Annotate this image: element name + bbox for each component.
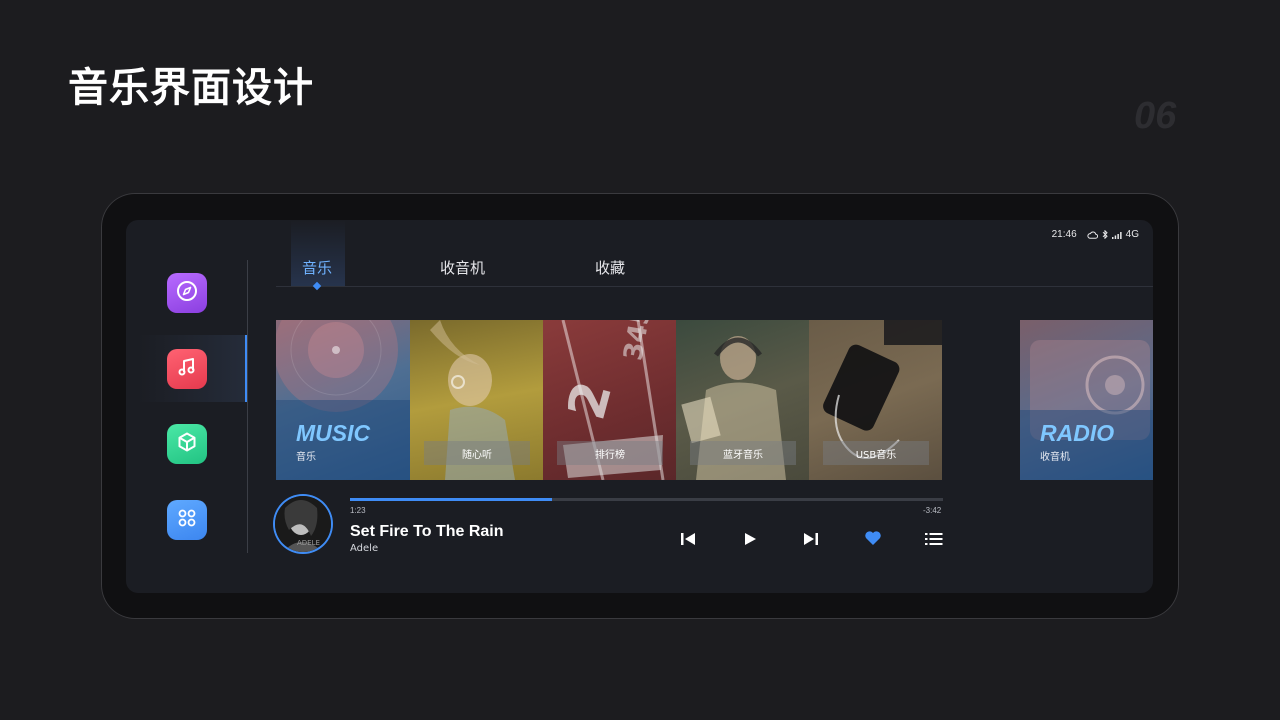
remaining-time: -3:42 <box>923 506 942 515</box>
svg-text:2: 2 <box>557 375 624 425</box>
dock-item-apps[interactable] <box>167 500 207 540</box>
car-screen: 21:46 4G 音乐 收音机 收藏 MUSIC 音乐 随心听 2 3456 排… <box>126 220 1153 593</box>
card-radio-title: RADIO <box>1040 420 1115 446</box>
card-radio-subtitle: 收音机 <box>1040 452 1070 463</box>
card-bluetooth-music[interactable]: 蓝牙音乐 <box>676 320 809 480</box>
card-music-subtitle: 音乐 <box>296 452 316 463</box>
play-button[interactable] <box>739 529 761 551</box>
previous-button[interactable] <box>677 529 699 551</box>
card-usb-music-label: USB音乐 <box>823 441 929 465</box>
bluetooth-icon <box>1102 230 1108 239</box>
music-note-icon <box>176 356 198 382</box>
card-bluetooth-music-label: 蓝牙音乐 <box>690 441 796 465</box>
album-art[interactable]: ADELE <box>275 496 331 552</box>
cube-icon <box>176 431 198 457</box>
cloud-icon <box>1087 230 1098 239</box>
song-artist: Adele <box>350 543 379 554</box>
previous-icon <box>680 531 696 550</box>
page-title: 音乐界面设计 <box>68 65 314 111</box>
status-time: 21:46 <box>1051 229 1077 240</box>
apps-grid-icon <box>176 507 198 533</box>
favorite-button[interactable] <box>862 529 884 551</box>
card-radio[interactable]: RADIO 收音机 <box>1020 320 1153 480</box>
progress-fill <box>350 498 552 501</box>
signal-icon <box>1111 231 1122 239</box>
compass-icon <box>176 280 198 306</box>
card-usb-music[interactable]: USB音乐 <box>809 320 942 480</box>
svg-text:3456: 3456 <box>618 320 660 363</box>
next-icon <box>803 531 819 550</box>
next-button[interactable] <box>800 529 822 551</box>
dock-item-box[interactable] <box>167 424 207 464</box>
tab-music[interactable]: 音乐 <box>302 257 332 278</box>
tab-favorites[interactable]: 收藏 <box>595 257 625 278</box>
dock-item-navigation[interactable] <box>167 273 207 313</box>
dock-item-music[interactable] <box>167 349 207 389</box>
page-number: 06 <box>1134 95 1177 137</box>
tabs-divider <box>276 286 1153 287</box>
album-cover-image: ADELE <box>275 496 331 552</box>
play-icon <box>743 531 757 550</box>
card-music[interactable]: MUSIC 音乐 <box>276 320 410 480</box>
progress-bar[interactable] <box>350 498 943 501</box>
status-bar: 21:46 4G <box>1052 229 1139 240</box>
card-charts[interactable]: 2 3456 排行榜 <box>543 320 676 480</box>
album-art-text: ADELE <box>297 539 320 547</box>
dock-divider <box>247 260 248 553</box>
app-dock <box>126 220 249 593</box>
heart-icon <box>864 530 882 550</box>
song-title: Set Fire To The Rain <box>350 523 504 540</box>
elapsed-time: 1:23 <box>350 506 366 515</box>
playlist-button[interactable] <box>923 529 945 551</box>
card-random-listen-label: 随心听 <box>424 441 530 465</box>
card-music-title: MUSIC <box>296 420 371 446</box>
network-type: 4G <box>1125 229 1139 240</box>
card-charts-label: 排行榜 <box>557 441 663 465</box>
playlist-icon <box>925 531 943 550</box>
tab-radio[interactable]: 收音机 <box>440 257 485 278</box>
card-random-listen[interactable]: 随心听 <box>410 320 543 480</box>
